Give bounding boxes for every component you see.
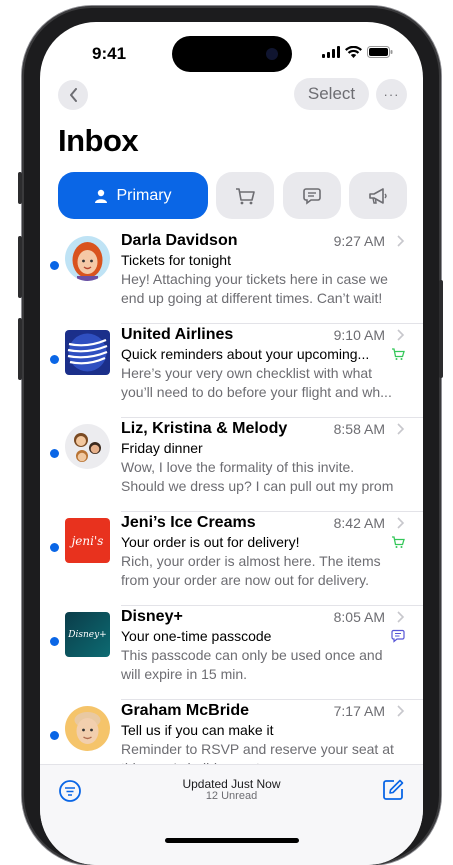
unread-indicator xyxy=(50,261,59,270)
list-item[interactable]: Darla Davidson 9:27 AM Tickets for tonig… xyxy=(40,230,423,324)
updated-status: Updated Just Now xyxy=(182,777,281,791)
signal-icon xyxy=(322,46,340,58)
message-time: 9:27 AM xyxy=(333,233,385,249)
sender-name: Disney+ xyxy=(121,608,183,625)
message-icon xyxy=(391,629,405,643)
group-memoji-icon xyxy=(65,424,110,469)
list-item[interactable]: jeni's Jeni’s Ice Creams 8:42 AM Your or… xyxy=(40,512,423,606)
message-preview: Wow, I love the formality of this invite… xyxy=(121,459,394,494)
message-preview: Rich, your order is almost here. The ite… xyxy=(121,553,381,588)
memoji-woman-icon xyxy=(65,236,110,281)
message-preview: Here’s your very own checklist with what… xyxy=(121,365,392,400)
message-time: 7:17 AM xyxy=(333,703,385,719)
status-time: 9:41 xyxy=(92,44,127,63)
message-subject: Quick reminders about your upcoming... xyxy=(121,346,370,362)
message-subject: Tickets for tonight xyxy=(121,252,231,268)
volume-down-button xyxy=(18,318,22,380)
wifi-icon xyxy=(345,46,362,58)
sender-name: Liz, Kristina & Melody xyxy=(121,420,288,437)
chevron-left-icon xyxy=(69,88,77,102)
disney-plus-logo-icon: Disney+ xyxy=(65,612,110,657)
cart-icon xyxy=(392,348,405,360)
sender-name: Darla Davidson xyxy=(121,232,238,249)
jenis-logo-text: jeni's xyxy=(71,533,104,548)
chevron-right-icon xyxy=(397,235,405,247)
chevron-right-icon xyxy=(397,423,405,435)
compose-icon[interactable] xyxy=(381,778,405,802)
memoji-man-icon xyxy=(65,706,110,751)
message-time: 8:58 AM xyxy=(333,421,385,437)
sender-name: United Airlines xyxy=(121,326,234,343)
action-button xyxy=(18,172,22,204)
chevron-right-icon xyxy=(397,517,405,529)
tab-primary[interactable]: Primary xyxy=(58,172,208,219)
cart-icon xyxy=(392,536,405,548)
jenis-logo-icon: jeni's xyxy=(65,518,110,563)
message-preview: This passcode can only be used once and … xyxy=(121,647,383,682)
page-title: Inbox xyxy=(58,123,139,158)
back-button[interactable] xyxy=(58,80,88,110)
tab-primary-label: Primary xyxy=(116,186,172,204)
camera-icon xyxy=(266,48,278,60)
unread-indicator xyxy=(50,731,59,740)
message-time: 8:42 AM xyxy=(333,515,385,531)
megaphone-icon xyxy=(369,187,387,204)
tab-transactions[interactable] xyxy=(216,172,274,219)
tab-updates[interactable] xyxy=(283,172,341,219)
select-button[interactable]: Select xyxy=(294,78,369,110)
message-time: 9:10 AM xyxy=(333,327,385,343)
message-subject: Your one-time passcode xyxy=(121,628,272,644)
bottom-toolbar: Updated Just Now 12 Unread xyxy=(40,764,423,865)
message-preview: Hey! Attaching your tickets here in case… xyxy=(121,271,388,306)
chevron-right-icon xyxy=(397,611,405,623)
message-subject: Tell us if you can make it xyxy=(121,722,274,738)
side-button xyxy=(439,280,443,378)
home-indicator[interactable] xyxy=(165,838,299,843)
message-list: Darla Davidson 9:27 AM Tickets for tonig… xyxy=(40,230,423,794)
screen: 9:41 Select ··· Inbox Primary Darla Davi… xyxy=(40,22,423,865)
dynamic-island xyxy=(172,36,292,72)
message-icon xyxy=(303,187,321,205)
unread-indicator xyxy=(50,449,59,458)
chevron-right-icon xyxy=(397,329,405,341)
more-button[interactable]: ··· xyxy=(376,79,407,110)
list-item[interactable]: Liz, Kristina & Melody 8:58 AM Friday di… xyxy=(40,418,423,512)
volume-up-button xyxy=(18,236,22,298)
cart-icon xyxy=(236,187,255,204)
unread-count: 12 Unread xyxy=(205,790,258,802)
sender-name: Jeni’s Ice Creams xyxy=(121,514,256,531)
unread-indicator xyxy=(50,637,59,646)
status-icons xyxy=(322,46,393,58)
message-subject: Your order is out for delivery! xyxy=(121,534,300,550)
battery-icon xyxy=(367,46,393,58)
unread-indicator xyxy=(50,543,59,552)
tab-promotions[interactable] xyxy=(349,172,407,219)
chevron-right-icon xyxy=(397,705,405,717)
disney-plus-logo-text: Disney+ xyxy=(68,629,107,640)
united-logo-icon xyxy=(65,330,110,375)
sender-name: Graham McBride xyxy=(121,702,250,719)
message-subject: Friday dinner xyxy=(121,440,203,456)
person-icon xyxy=(95,189,108,203)
unread-indicator xyxy=(50,355,59,364)
message-time: 8:05 AM xyxy=(333,609,385,625)
list-item[interactable]: United Airlines 9:10 AM Quick reminders … xyxy=(40,324,423,418)
list-item[interactable]: Disney+ Disney+ 8:05 AM Your one-time pa… xyxy=(40,606,423,700)
